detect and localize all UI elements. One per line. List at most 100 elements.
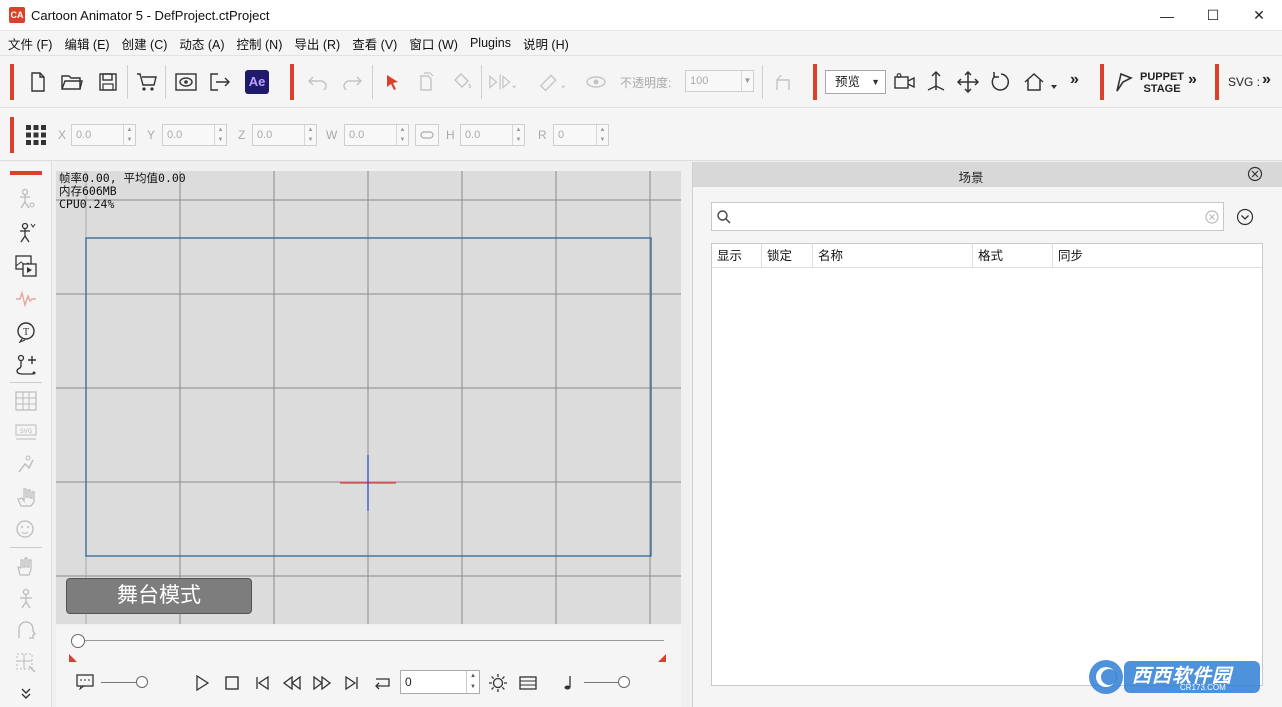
menu-edit[interactable]: 编辑 (E) bbox=[60, 34, 117, 53]
move-icon[interactable] bbox=[954, 68, 982, 96]
menu-export[interactable]: 导出 (R) bbox=[290, 34, 348, 53]
w-input[interactable]: 0.0 ▲ ▼ bbox=[344, 124, 409, 146]
scene-object-table[interactable]: 显示 锁定 名称 格式 同步 bbox=[711, 243, 1263, 686]
z-input[interactable]: 0.0 ▲ ▼ bbox=[252, 124, 317, 146]
more-svg-icon[interactable]: » bbox=[1262, 71, 1271, 89]
music-note-icon[interactable] bbox=[555, 669, 583, 697]
more-tools-icon[interactable]: » bbox=[1070, 71, 1079, 89]
puppet-icon[interactable] bbox=[1110, 68, 1138, 96]
close-button[interactable]: ✕ bbox=[1236, 0, 1282, 31]
camera-icon[interactable] bbox=[891, 68, 919, 96]
x-input[interactable]: 0.0 ▲ ▼ bbox=[71, 124, 136, 146]
r-input[interactable]: 0 ▲ ▼ bbox=[553, 124, 609, 146]
stop-icon[interactable] bbox=[218, 669, 246, 697]
pose-icon[interactable] bbox=[12, 452, 40, 478]
preview-dropdown[interactable]: 预览 ▼ bbox=[825, 70, 886, 94]
hand-tool-icon[interactable] bbox=[12, 554, 40, 580]
y-input[interactable]: 0.0 ▲ ▼ bbox=[162, 124, 227, 146]
more-puppet-icon[interactable]: » bbox=[1188, 71, 1197, 89]
redo-icon[interactable] bbox=[338, 68, 366, 96]
bone-skeleton-icon[interactable] bbox=[12, 586, 40, 612]
play-icon[interactable] bbox=[188, 669, 216, 697]
scene-image-icon[interactable] bbox=[12, 253, 40, 279]
column-lock[interactable]: 锁定 bbox=[762, 244, 813, 268]
music-volume-knob[interactable] bbox=[618, 676, 630, 688]
column-show[interactable]: 显示 bbox=[712, 244, 762, 268]
column-format[interactable]: 格式 bbox=[973, 244, 1053, 268]
timeline-playhead[interactable] bbox=[71, 634, 85, 648]
next-frame-icon[interactable] bbox=[308, 669, 336, 697]
attach-icon[interactable] bbox=[768, 68, 796, 96]
menu-plugins[interactable]: Plugins bbox=[466, 36, 519, 50]
subtitle-icon[interactable] bbox=[72, 669, 98, 695]
content-store-cart-icon[interactable] bbox=[133, 68, 161, 96]
menu-help[interactable]: 说明 (H) bbox=[519, 34, 577, 53]
rotate-icon[interactable] bbox=[987, 68, 1015, 96]
path-add-icon[interactable] bbox=[12, 352, 40, 378]
current-frame-input[interactable]: 0 ▲ ▼ bbox=[400, 670, 480, 694]
stage-mode-button[interactable]: 舞台模式 bbox=[66, 578, 252, 614]
new-file-icon[interactable] bbox=[24, 68, 52, 96]
volume-slider-track[interactable] bbox=[101, 682, 141, 683]
scene-search-input[interactable] bbox=[736, 207, 1196, 227]
character-composer-icon[interactable] bbox=[12, 186, 40, 212]
menu-create[interactable]: 创建 (C) bbox=[118, 34, 176, 53]
clear-search-icon[interactable] bbox=[1204, 209, 1220, 225]
previous-frame-icon[interactable] bbox=[278, 669, 306, 697]
minimize-button[interactable]: — bbox=[1144, 0, 1190, 31]
transform-grid-icon[interactable] bbox=[12, 650, 40, 676]
menu-view[interactable]: 查看 (V) bbox=[348, 34, 405, 53]
column-name[interactable]: 名称 bbox=[813, 244, 973, 268]
toolbar-group-marker bbox=[813, 64, 817, 100]
hand-gesture-icon[interactable] bbox=[12, 484, 40, 510]
menu-window[interactable]: 窗口 (W) bbox=[405, 34, 466, 53]
opacity-dropdown[interactable]: 100 ▼ bbox=[685, 70, 754, 92]
motion-character-icon[interactable] bbox=[12, 220, 40, 246]
move-up-icon[interactable] bbox=[922, 68, 950, 96]
column-sync[interactable]: 同步 bbox=[1053, 244, 1262, 268]
text-bubble-icon[interactable]: T bbox=[12, 319, 40, 345]
timeline-track[interactable] bbox=[78, 640, 664, 641]
last-frame-icon[interactable] bbox=[338, 669, 366, 697]
duplicate-icon[interactable] bbox=[412, 68, 440, 96]
range-start-marker[interactable] bbox=[69, 654, 77, 662]
range-end-marker[interactable] bbox=[658, 654, 666, 662]
settings-sun-icon[interactable] bbox=[484, 669, 512, 697]
frame-spinner-icon[interactable]: ▲ ▼ bbox=[466, 671, 479, 693]
visibility-eye-icon[interactable] bbox=[582, 68, 610, 96]
paint-bucket-icon[interactable] bbox=[448, 68, 476, 96]
align-ruler-icon[interactable] bbox=[538, 68, 566, 96]
after-effects-icon[interactable]: Ae bbox=[245, 70, 269, 94]
opacity-value: 100 bbox=[690, 75, 709, 87]
content-manager-eye-icon[interactable] bbox=[172, 68, 200, 96]
expand-more-icon[interactable] bbox=[12, 680, 40, 706]
puppet-stage-label[interactable]: PUPPET STAGE bbox=[1140, 71, 1184, 95]
grid-icon[interactable] bbox=[22, 121, 50, 149]
flip-icon[interactable] bbox=[488, 68, 516, 96]
save-icon[interactable] bbox=[94, 68, 122, 96]
timeline-panel-icon[interactable] bbox=[514, 669, 542, 697]
scene-search-field[interactable] bbox=[711, 202, 1224, 231]
sprite-grid-icon[interactable] bbox=[12, 388, 40, 414]
menu-file[interactable]: 文件 (F) bbox=[4, 34, 60, 53]
open-folder-icon[interactable] bbox=[58, 68, 86, 96]
select-arrow-icon[interactable] bbox=[379, 68, 407, 96]
face-puppet-icon[interactable] bbox=[12, 516, 40, 542]
audio-wave-icon[interactable] bbox=[12, 286, 40, 312]
svg-import-icon[interactable]: SVG bbox=[12, 420, 40, 446]
stage-canvas[interactable] bbox=[56, 171, 681, 624]
loop-icon[interactable] bbox=[369, 669, 397, 697]
close-panel-icon[interactable] bbox=[1247, 166, 1263, 182]
link-ratio-icon[interactable] bbox=[415, 124, 439, 146]
export-icon[interactable] bbox=[206, 68, 234, 96]
head-turn-icon[interactable] bbox=[12, 618, 40, 644]
maximize-button[interactable]: ☐ bbox=[1190, 0, 1236, 31]
first-frame-icon[interactable] bbox=[248, 669, 276, 697]
undo-icon[interactable] bbox=[304, 68, 332, 96]
h-input[interactable]: 0.0 ▲ ▼ bbox=[460, 124, 525, 146]
volume-slider-knob[interactable] bbox=[136, 676, 148, 688]
menu-animation[interactable]: 动态 (A) bbox=[175, 34, 232, 53]
filter-dropdown-icon[interactable] bbox=[1236, 208, 1254, 226]
menu-control[interactable]: 控制 (N) bbox=[233, 34, 291, 53]
home-icon[interactable] bbox=[1020, 68, 1060, 96]
